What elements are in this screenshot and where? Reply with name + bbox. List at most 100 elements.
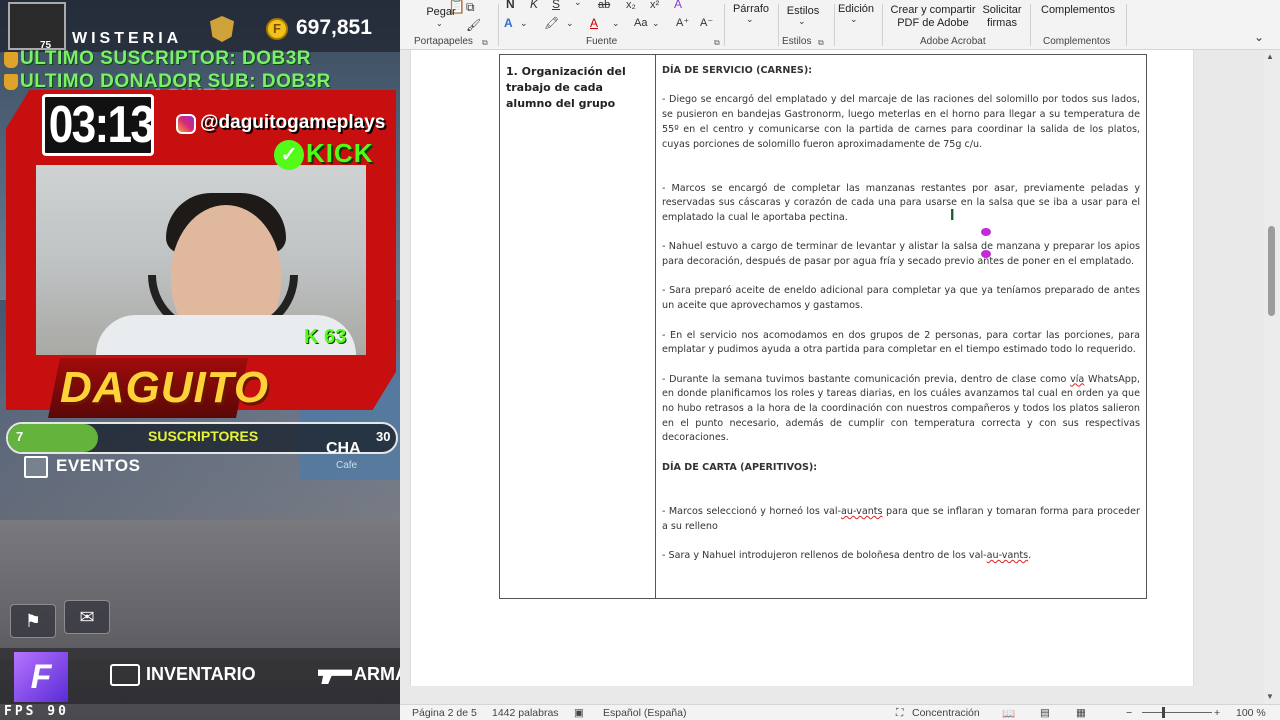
ribbon-separator	[724, 4, 725, 46]
cursor-highlight	[980, 228, 992, 258]
chevron-down-icon[interactable]: ⌄	[746, 14, 754, 25]
acrobat-group-label: Adobe Acrobat	[920, 36, 986, 47]
dialog-launcher-icon[interactable]: ⧉	[818, 38, 824, 48]
highlight-icon[interactable]: 🖍	[544, 16, 559, 30]
word-count[interactable]: 1442 palabras	[492, 707, 559, 719]
paste-button[interactable]: Pegar	[426, 6, 456, 18]
proofing-icon[interactable]: ▣	[574, 707, 584, 719]
calendar-icon[interactable]	[24, 456, 48, 478]
bg-sign: Cafe	[336, 460, 358, 471]
shrink-font-icon[interactable]: A⁻	[700, 16, 713, 29]
ribbon-separator	[498, 4, 499, 46]
bold-button[interactable]: N	[506, 0, 515, 11]
game-road	[0, 520, 400, 660]
chevron-down-icon[interactable]: ⌄	[436, 19, 443, 28]
zoom-out-button[interactable]: −	[1126, 707, 1132, 719]
chevron-down-icon[interactable]: ⌄	[566, 18, 574, 29]
text-cursor-icon: I	[950, 207, 955, 224]
focus-icon[interactable]: ⛶	[896, 707, 903, 720]
paragraph: - Diego se encargó del emplatado y del m…	[662, 94, 1140, 150]
instagram-icon	[176, 114, 196, 134]
italic-button[interactable]: K	[530, 0, 538, 11]
section-heading: DÍA DE CARTA (APERITIVOS):	[662, 461, 818, 473]
coin-icon: F	[266, 18, 288, 40]
dialog-launcher-icon[interactable]: ⧉	[482, 38, 488, 48]
player-name: WISTERIA	[72, 30, 183, 47]
chevron-down-icon[interactable]: ⌄	[652, 18, 660, 29]
section-heading: DÍA DE SERVICIO (CARNES):	[662, 65, 813, 76]
inventory-icon[interactable]	[110, 664, 140, 686]
format-painter-icon[interactable]: 🖌	[466, 18, 481, 32]
grow-font-icon[interactable]: A⁺	[676, 16, 689, 29]
scroll-down-icon[interactable]: ▼	[1266, 692, 1274, 701]
paragraph-text: - Sara y Nahuel introdujeron rellenos de…	[662, 550, 987, 562]
subscriber-goal-current: 7	[16, 429, 24, 444]
paragraph: - Marcos se encargó de completar las man…	[662, 182, 1140, 223]
change-case-icon[interactable]: Aa	[634, 17, 647, 29]
vertical-scrollbar[interactable]	[1264, 50, 1280, 706]
scroll-up-icon[interactable]: ▲	[1266, 52, 1274, 61]
text-effects-icon[interactable]: A	[674, 0, 682, 11]
copy-icon[interactable]: ⧉	[466, 0, 475, 15]
collapse-ribbon-icon[interactable]: ⌄	[1254, 30, 1264, 44]
dialog-launcher-icon[interactable]: ⧉	[714, 38, 720, 48]
web-layout-icon[interactable]: ▦	[1076, 707, 1086, 719]
zoom-slider[interactable]	[1142, 712, 1212, 713]
stream-timer: 03:13	[48, 96, 155, 154]
read-mode-icon[interactable]: 📖	[1002, 707, 1015, 720]
subscriber-goal-target: 30	[376, 429, 391, 444]
spelling-error[interactable]: vía	[1070, 374, 1084, 385]
chevron-down-icon[interactable]: ⌄	[798, 16, 806, 27]
page-counter[interactable]: Página 2 de 5	[412, 707, 477, 719]
spelling-error[interactable]: au-vants	[841, 506, 883, 517]
paragraph: - Sara y Nahuel introdujeron rellenos de…	[662, 549, 1140, 564]
print-layout-icon[interactable]: ▤	[1040, 707, 1050, 719]
emote-button[interactable]: ⚑	[10, 604, 56, 638]
underline-button[interactable]: S	[552, 0, 560, 11]
language-indicator[interactable]: Español (España)	[603, 707, 686, 719]
table-cell-body[interactable]: DÍA DE SERVICIO (CARNES): - Diego se enc…	[662, 64, 1140, 578]
zoom-level[interactable]: 100 %	[1236, 707, 1266, 719]
chevron-down-icon[interactable]: ⌄	[574, 0, 582, 8]
create-pdf-button[interactable]: Crear y compartir PDF de Adobe	[888, 4, 978, 30]
coin-count: 697,851	[296, 16, 372, 39]
add-ins-group-label: Complementos	[1043, 36, 1111, 47]
subscript-button[interactable]: x₂	[626, 0, 636, 11]
add-ins-button[interactable]: Complementos	[1036, 4, 1120, 16]
document-page[interactable]: 1. Organización del trabajo de cada alum…	[410, 50, 1194, 686]
inventory-button[interactable]: INVENTARIO	[146, 664, 256, 685]
document-table[interactable]: 1. Organización del trabajo de cada alum…	[499, 54, 1147, 599]
table-cell-heading[interactable]: 1. Organización del trabajo de cada alum…	[506, 64, 646, 112]
chevron-down-icon[interactable]: ⌄	[850, 14, 858, 25]
clipboard-group-label: Portapapeles	[414, 36, 473, 47]
zoom-slider-knob[interactable]	[1162, 707, 1165, 718]
kick-label: KICK	[306, 138, 374, 168]
ribbon-separator	[834, 4, 835, 46]
chat-icon[interactable]: ✉	[64, 600, 110, 634]
text-effects-icon[interactable]: A	[504, 16, 513, 30]
scrollbar-thumb[interactable]	[1268, 226, 1275, 316]
paragraph: - Marcos seleccionó y horneó los val-au-…	[662, 505, 1140, 534]
table-column-divider	[655, 54, 656, 598]
paragraph-text: - Durante la semana tuvimos bastante com…	[662, 373, 1071, 385]
game-logo[interactable]: F	[14, 652, 68, 702]
chevron-down-icon[interactable]: ⌄	[612, 18, 620, 29]
styles-group-label: Estilos	[782, 36, 812, 47]
fps-counter: FPS 90	[4, 704, 69, 719]
weapon-button[interactable]: ARMA	[354, 664, 400, 685]
font-color-icon[interactable]: A	[590, 16, 598, 30]
strikethrough-button[interactable]: ab	[598, 0, 610, 11]
focus-mode-button[interactable]: Concentración	[912, 707, 980, 719]
chevron-down-icon[interactable]: ⌄	[520, 18, 528, 29]
request-signatures-button[interactable]: Solicitar firmas	[978, 4, 1026, 30]
spelling-error[interactable]: au-vants	[987, 550, 1029, 561]
paragraph: - Sara preparó aceite de eneldo adiciona…	[662, 285, 1140, 312]
events-button[interactable]: EVENTOS	[56, 456, 140, 476]
kick-badge: K 63	[304, 326, 347, 348]
superscript-button[interactable]: x²	[650, 0, 659, 11]
zoom-in-button[interactable]: +	[1214, 707, 1220, 719]
paragraph: - En el servicio nos acomodamos en dos g…	[662, 329, 1140, 356]
ribbon-separator	[1126, 4, 1127, 46]
player-avatar	[8, 2, 66, 50]
paragraph: - Nahuel estuvo a cargo de terminar de l…	[662, 241, 1140, 268]
